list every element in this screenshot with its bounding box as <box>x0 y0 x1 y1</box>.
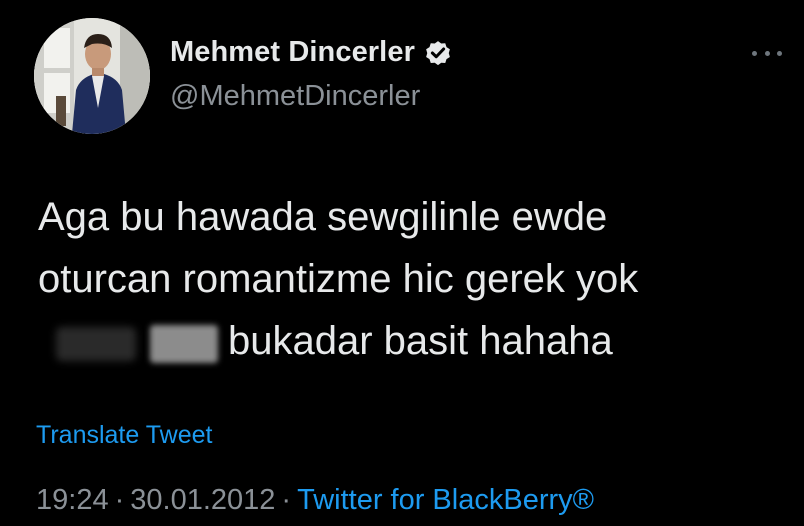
separator: · <box>114 484 125 516</box>
dot <box>764 50 770 56</box>
tweet-source-link[interactable]: Twitter for BlackBerry® <box>297 484 594 516</box>
separator: · <box>281 484 292 516</box>
author-name-row: Mehmet Dincerler <box>170 36 453 69</box>
profile-photo-icon <box>34 18 150 134</box>
verified-badge-icon <box>423 38 453 68</box>
tweet-line-1: Aga bu hawada sewgilinle ewde <box>38 195 608 239</box>
author-handle[interactable]: @MehmetDincerler <box>170 80 420 113</box>
tweet-line-3-container: bukadar basit hahaha <box>38 310 778 372</box>
redacted-blur <box>38 321 218 365</box>
tweet-card: Mehmet Dincerler @MehmetDincerler Aga bu… <box>0 0 804 526</box>
tweet-date[interactable]: 30.01.2012 <box>130 484 275 516</box>
tweet-text: Aga bu hawada sewgilinle ewde oturcan ro… <box>38 186 778 372</box>
dot <box>777 50 782 56</box>
more-horizontal-icon[interactable] <box>752 48 782 58</box>
translate-tweet-link[interactable]: Translate Tweet <box>36 421 212 450</box>
tweet-time[interactable]: 19:24 <box>36 484 109 516</box>
tweet-line-3: bukadar basit hahaha <box>228 319 613 363</box>
tweet-meta: 19:24 · 30.01.2012 · Twitter for BlackBerry® <box>36 484 594 517</box>
avatar[interactable] <box>34 18 150 134</box>
author-display-name[interactable]: Mehmet Dincerler <box>170 36 415 69</box>
tweet-line-2: oturcan romantizme hic gerek yok <box>38 257 639 301</box>
dot <box>752 50 757 56</box>
